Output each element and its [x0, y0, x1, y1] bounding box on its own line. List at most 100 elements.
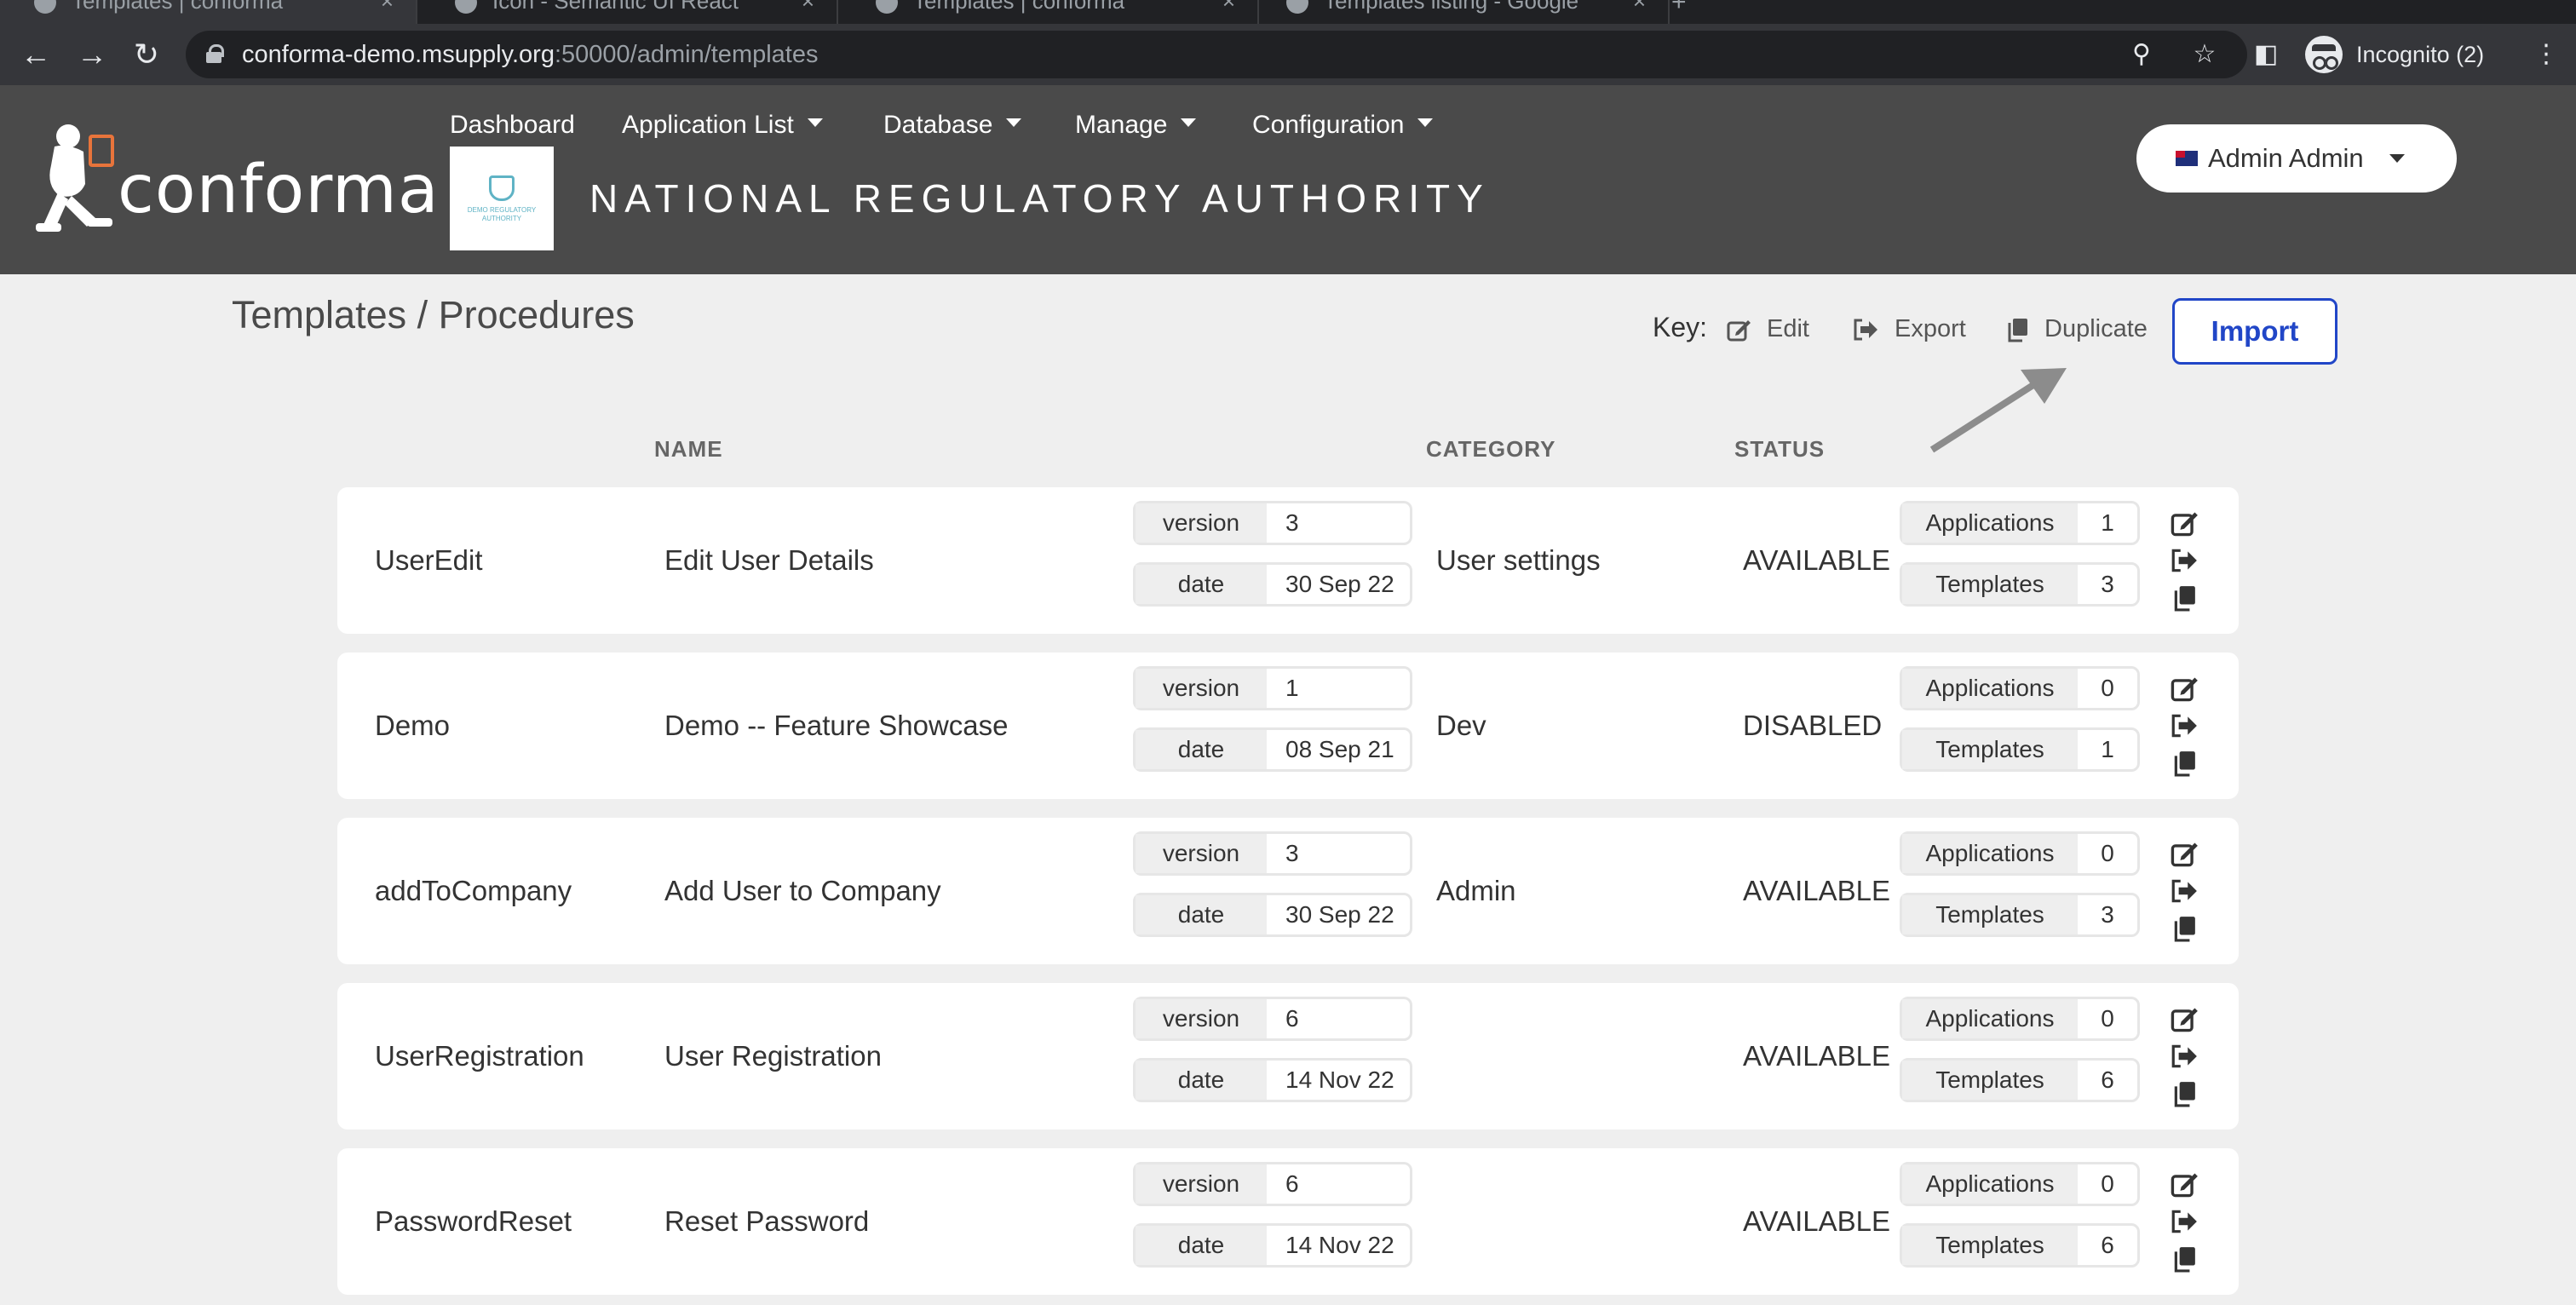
incognito-icon — [2305, 36, 2343, 73]
export-icon[interactable] — [2167, 1039, 2201, 1073]
applications-label: Applications — [1902, 834, 2078, 873]
import-button[interactable]: Import — [2172, 298, 2337, 365]
templates-count[interactable]: Templates 6 — [1900, 1223, 2140, 1268]
version-label: version — [1136, 503, 1267, 543]
version-label: version — [1136, 669, 1267, 708]
shield-icon — [489, 175, 515, 201]
templates-value: 6 — [2101, 1232, 2114, 1258]
date-label: date — [1136, 565, 1267, 604]
export-icon[interactable] — [2167, 543, 2201, 578]
dropdown-caret-icon — [1181, 118, 1197, 128]
template-status: AVAILABLE — [1743, 544, 1891, 576]
browser-tab[interactable]: Templates | conforma × — [0, 0, 417, 24]
zoom-icon[interactable]: ⚲ — [2125, 37, 2159, 72]
close-tab-icon[interactable]: × — [1633, 0, 1646, 14]
template-row: Demo Demo -- Feature Showcase version 1 … — [337, 652, 2239, 799]
export-icon[interactable] — [2167, 1204, 2201, 1239]
version-value: 6 — [1285, 1170, 1299, 1197]
key-export: Export — [1852, 315, 1966, 343]
nav-manage[interactable]: Manage — [1075, 111, 1197, 140]
browser-tab[interactable]: Templates listing - Google × — [1252, 0, 1670, 24]
bookmark-star-icon[interactable]: ☆ — [2188, 37, 2222, 72]
applications-count[interactable]: Applications 0 — [1900, 997, 2140, 1041]
tab-title: Templates | conforma — [72, 0, 284, 14]
duplicate-icon[interactable] — [2167, 1242, 2201, 1276]
browser-tab[interactable]: Icon - Semantic UI React × — [421, 0, 838, 24]
lock-icon — [206, 44, 224, 63]
template-row: addToCompany Add User to Company version… — [337, 818, 2239, 964]
templates-count[interactable]: Templates 3 — [1900, 893, 2140, 937]
browser-tabstrip: Templates | conforma × Icon - Semantic U… — [0, 0, 2576, 24]
applications-count[interactable]: Applications 0 — [1900, 666, 2140, 710]
duplicate-icon[interactable] — [2167, 581, 2201, 615]
export-icon[interactable] — [2167, 874, 2201, 908]
user-menu-button[interactable]: Admin Admin — [2136, 124, 2457, 193]
version-label: version — [1136, 1164, 1267, 1204]
applications-count[interactable]: Applications 0 — [1900, 831, 2140, 876]
date-value: 30 Sep 22 — [1285, 901, 1394, 928]
side-panel-icon[interactable]: ◧ — [2254, 36, 2278, 73]
version-field: version 1 — [1133, 666, 1412, 710]
applications-value: 1 — [2101, 509, 2114, 536]
reload-icon[interactable]: ↻ — [128, 36, 165, 73]
profile-label: Incognito (2) — [2356, 41, 2485, 67]
edit-icon — [1727, 319, 1751, 341]
duplicate-icon[interactable] — [2167, 746, 2201, 780]
conforma-logo[interactable]: conforma — [34, 118, 439, 245]
date-label: date — [1136, 895, 1267, 934]
address-bar[interactable]: conforma-demo.msupply.org:50000/admin/te… — [186, 31, 2247, 78]
templates-label: Templates — [1902, 730, 2078, 769]
duplicate-icon[interactable] — [2167, 911, 2201, 946]
export-icon — [1854, 319, 1877, 340]
new-tab-icon[interactable]: + — [1671, 0, 1687, 17]
applications-count[interactable]: Applications 0 — [1900, 1162, 2140, 1206]
nav-application-list[interactable]: Application List — [622, 111, 823, 140]
edit-icon[interactable] — [2167, 836, 2201, 871]
template-category: Dev — [1436, 710, 1486, 741]
tab-title: Templates | conforma — [913, 0, 1125, 14]
template-status: AVAILABLE — [1743, 1205, 1891, 1237]
template-name: Edit User Details — [664, 544, 874, 576]
edit-icon[interactable] — [2167, 1002, 2201, 1036]
forward-icon[interactable]: → — [73, 36, 111, 73]
version-field: version 3 — [1133, 831, 1412, 876]
back-icon[interactable]: ← — [17, 36, 55, 73]
export-icon[interactable] — [2167, 709, 2201, 743]
org-logo-text: DEMO REGULATORY AUTHORITY — [467, 206, 537, 222]
templates-value: 6 — [2101, 1066, 2114, 1093]
applications-label: Applications — [1902, 999, 2078, 1038]
date-label: date — [1136, 730, 1267, 769]
applications-count[interactable]: Applications 1 — [1900, 501, 2140, 545]
date-value: 30 Sep 22 — [1285, 571, 1394, 597]
close-tab-icon[interactable]: × — [802, 0, 814, 14]
template-code: addToCompany — [375, 875, 572, 906]
templates-count[interactable]: Templates 1 — [1900, 727, 2140, 772]
key-duplicate: Duplicate — [2005, 315, 2148, 343]
version-value: 1 — [1285, 675, 1299, 701]
close-tab-icon[interactable]: × — [381, 0, 394, 14]
duplicate-icon[interactable] — [2167, 1077, 2201, 1111]
templates-label: Templates — [1902, 895, 2078, 934]
profile-button[interactable]: Incognito (2) — [2305, 34, 2484, 75]
version-value: 3 — [1285, 840, 1299, 866]
browser-menu-icon[interactable]: ⋮ — [2533, 36, 2559, 73]
nav-configuration[interactable]: Configuration — [1252, 111, 1434, 140]
template-code: UserEdit — [375, 544, 483, 576]
edit-icon[interactable] — [2167, 506, 2201, 540]
edit-icon[interactable] — [2167, 1167, 2201, 1201]
column-header-name: NAME — [654, 436, 723, 462]
edit-icon[interactable] — [2167, 671, 2201, 705]
key-label: Key: — [1653, 312, 1708, 342]
templates-count[interactable]: Templates 6 — [1900, 1058, 2140, 1102]
nav-dashboard[interactable]: Dashboard — [450, 111, 575, 140]
date-field: date 08 Sep 21 — [1133, 727, 1412, 772]
applications-value: 0 — [2101, 1005, 2114, 1032]
dropdown-caret-icon — [2389, 154, 2405, 163]
templates-count[interactable]: Templates 3 — [1900, 562, 2140, 607]
version-label: version — [1136, 834, 1267, 873]
browser-toolbar: ← → ↻ conforma-demo.msupply.org:50000/ad… — [0, 24, 2576, 85]
nav-database[interactable]: Database — [883, 111, 1022, 140]
close-tab-icon[interactable]: × — [1222, 0, 1235, 14]
templates-value: 1 — [2101, 736, 2114, 762]
browser-tab[interactable]: Templates | conforma × — [842, 0, 1259, 24]
